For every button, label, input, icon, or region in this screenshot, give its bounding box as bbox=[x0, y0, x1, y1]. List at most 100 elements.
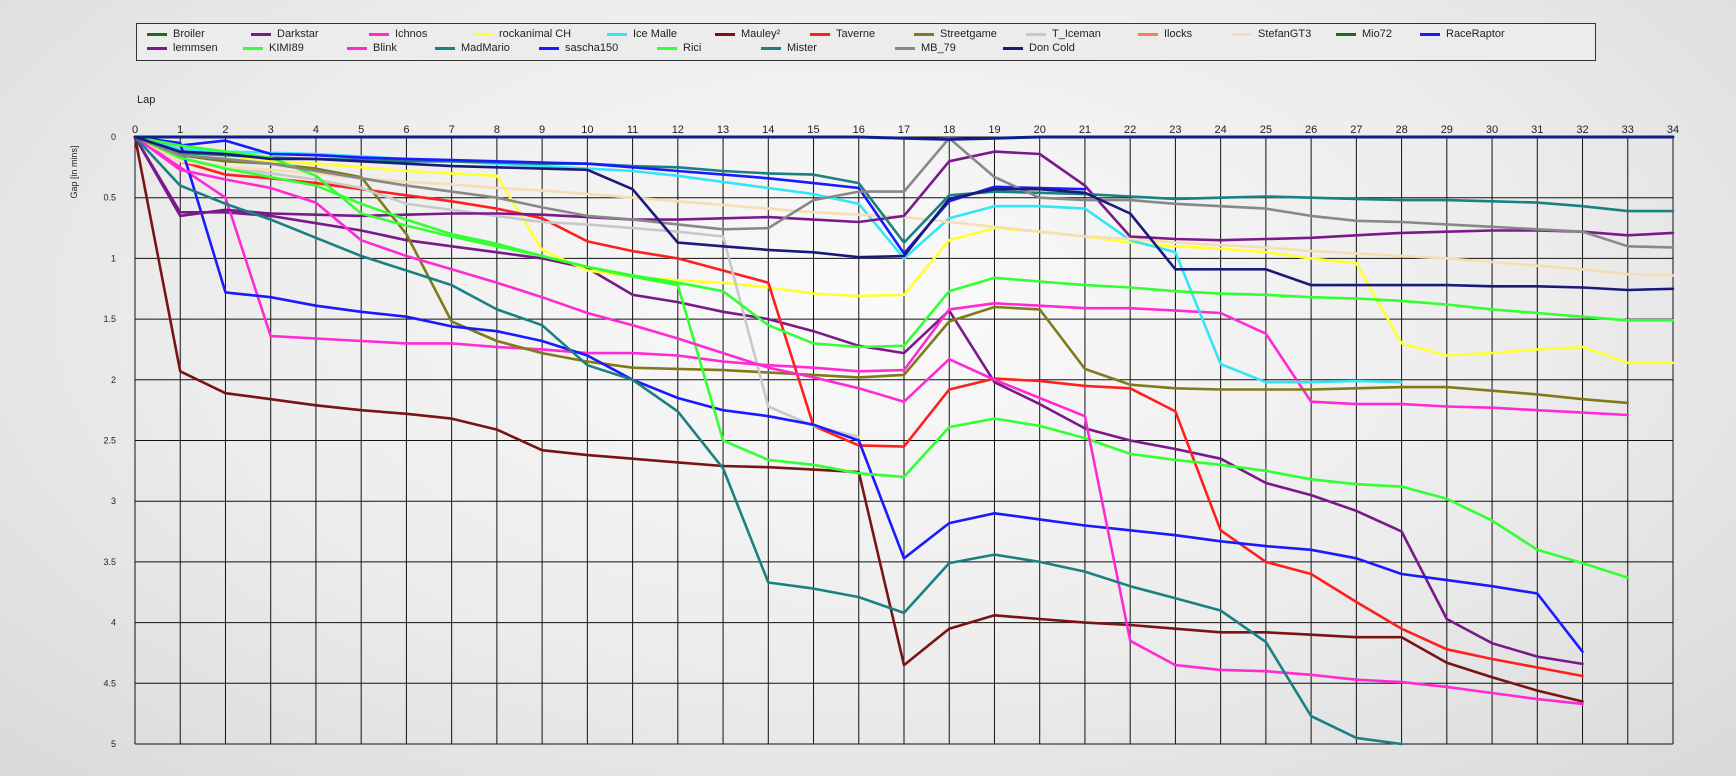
legend-swatch bbox=[1026, 32, 1046, 36]
legend-swatch bbox=[895, 46, 915, 50]
x-tick-label: 21 bbox=[1079, 124, 1091, 136]
legend-swatch bbox=[1003, 46, 1023, 50]
y-tick-label: 4 bbox=[111, 618, 116, 628]
x-tick-label: 7 bbox=[449, 124, 455, 136]
legend-entry: MB_79 bbox=[895, 41, 1003, 55]
x-tick-label: 25 bbox=[1260, 124, 1272, 136]
legend-swatch bbox=[369, 32, 389, 36]
y-tick-label: 2.5 bbox=[103, 436, 116, 446]
legend-entry: Darkstar bbox=[251, 27, 369, 41]
legend-entry: Blink bbox=[347, 41, 435, 55]
y-tick-label: 2 bbox=[111, 375, 116, 385]
legend-swatch bbox=[539, 46, 559, 50]
legend-label: Don Cold bbox=[1029, 42, 1075, 54]
legend-label: Broiler bbox=[173, 28, 205, 40]
legend-swatch bbox=[347, 46, 367, 50]
legend-entry: KIMI89 bbox=[243, 41, 347, 55]
legend-entry: Don Cold bbox=[1003, 41, 1098, 55]
legend-entry: StefanGT3 bbox=[1232, 27, 1336, 41]
series-line-22 bbox=[133, 135, 1675, 141]
legend-entry: Mister bbox=[761, 41, 895, 55]
legend-entry: Streetgame bbox=[914, 27, 1026, 41]
x-tick-label: 26 bbox=[1305, 124, 1317, 136]
x-axis-title: Lap bbox=[137, 94, 155, 106]
legend-swatch bbox=[657, 46, 677, 50]
legend-label: RaceRaptor bbox=[1446, 28, 1505, 40]
legend-swatch bbox=[243, 46, 263, 50]
legend-swatch bbox=[147, 32, 167, 36]
x-tick-label: 28 bbox=[1395, 124, 1407, 136]
legend-label: Blink bbox=[373, 42, 397, 54]
legend-label: Mio72 bbox=[1362, 28, 1392, 40]
x-tick-label: 22 bbox=[1124, 124, 1136, 136]
y-tick-label: 3.5 bbox=[103, 557, 116, 567]
legend-label: Ichnos bbox=[395, 28, 428, 40]
legend-swatch bbox=[761, 46, 781, 50]
legend-swatch bbox=[715, 32, 735, 36]
x-tick-label: 14 bbox=[762, 124, 774, 136]
y-tick-label: 4.5 bbox=[103, 678, 116, 688]
legend-label: Streetgame bbox=[940, 28, 997, 40]
legend-entry: Broiler bbox=[147, 27, 251, 41]
y-tick-label: 0 bbox=[111, 132, 116, 142]
legend-swatch bbox=[607, 32, 627, 36]
legend-entry: RaceRaptor bbox=[1420, 27, 1532, 41]
legend-swatch bbox=[914, 32, 934, 36]
x-tick-label: 4 bbox=[313, 124, 319, 136]
legend-label: KIMI89 bbox=[269, 42, 304, 54]
legend-label: Taverne bbox=[836, 28, 876, 40]
x-tick-label: 11 bbox=[627, 124, 638, 136]
y-tick-label: 3 bbox=[111, 496, 116, 506]
legend-swatch bbox=[810, 32, 830, 36]
x-tick-label: 8 bbox=[494, 124, 500, 136]
legend-label: MB_79 bbox=[921, 42, 956, 54]
legend-label: Mister bbox=[787, 42, 817, 54]
legend-label: sascha150 bbox=[565, 42, 619, 54]
legend-entry: Rici bbox=[657, 41, 761, 55]
legend: Broiler Darkstar Ichnos rockanimal CH Ice Ma… bbox=[136, 23, 1596, 61]
x-tick-label: 12 bbox=[672, 124, 684, 136]
y-tick-label: 1 bbox=[111, 253, 116, 263]
x-tick-label: 9 bbox=[539, 124, 545, 136]
x-tick-label: 6 bbox=[403, 124, 409, 136]
legend-label: rockanimal CH bbox=[499, 28, 572, 40]
legend-swatch bbox=[435, 46, 455, 50]
legend-label: T_Iceman bbox=[1052, 28, 1101, 40]
legend-label: lemmsen bbox=[173, 42, 218, 54]
x-tick-label: 24 bbox=[1215, 124, 1227, 136]
grid bbox=[134, 136, 1674, 745]
x-tick-label: 2 bbox=[222, 124, 228, 136]
y-tick-label: 0.5 bbox=[103, 193, 116, 203]
legend-entry: Ice Malle bbox=[607, 27, 715, 41]
legend-swatch bbox=[1138, 32, 1158, 36]
x-tick-label: 34 bbox=[1667, 124, 1679, 136]
legend-entry: T_Iceman bbox=[1026, 27, 1138, 41]
y-tick-label: 5 bbox=[111, 739, 116, 749]
legend-label: Darkstar bbox=[277, 28, 319, 40]
x-tick-label: 32 bbox=[1576, 124, 1588, 136]
legend-swatch bbox=[251, 32, 271, 36]
x-tick-label: 16 bbox=[853, 124, 865, 136]
series-line-14 bbox=[133, 135, 1630, 580]
x-tick-label: 19 bbox=[988, 124, 1000, 136]
legend-entry: rockanimal CH bbox=[473, 27, 607, 41]
legend-swatch bbox=[1420, 32, 1440, 36]
legend-entry: lemmsen bbox=[147, 41, 243, 55]
legend-entry: Ichnos bbox=[369, 27, 473, 41]
legend-swatch bbox=[1232, 32, 1252, 36]
x-tick-label: 20 bbox=[1034, 124, 1046, 136]
y-axis-title: Gap [in mins] bbox=[69, 145, 79, 198]
x-tick-label: 33 bbox=[1622, 124, 1634, 136]
legend-swatch bbox=[473, 32, 493, 36]
legend-entry: Mio72 bbox=[1336, 27, 1420, 41]
x-tick-label: 0 bbox=[132, 124, 138, 136]
legend-label: StefanGT3 bbox=[1258, 28, 1312, 40]
legend-entry: Mauley² bbox=[715, 27, 810, 41]
x-tick-label: 18 bbox=[943, 124, 955, 136]
x-tick-label: 10 bbox=[581, 124, 593, 136]
legend-swatch bbox=[147, 46, 167, 50]
legend-entry: sascha150 bbox=[539, 41, 657, 55]
x-tick-label: 30 bbox=[1486, 124, 1498, 136]
legend-label: Ice Malle bbox=[633, 28, 678, 40]
x-tick-label: 31 bbox=[1531, 124, 1543, 136]
